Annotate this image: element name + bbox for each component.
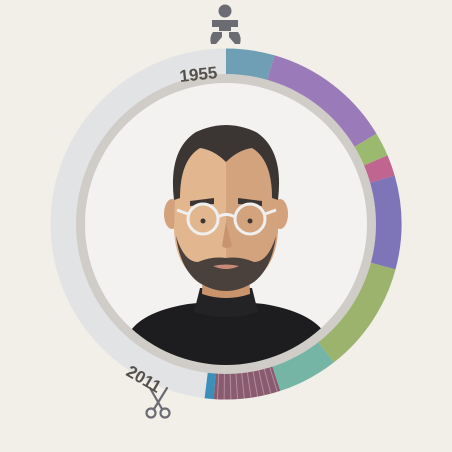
ring-segment [368,175,402,270]
ring-segment [362,155,395,184]
baby-icon [210,4,241,44]
ring-segment [353,133,388,167]
life-timeline-graphic: 1955 2011 [0,0,452,452]
start-year-label: 1955 [179,63,219,86]
ring-segment [225,48,275,82]
ring-segment [204,371,216,400]
